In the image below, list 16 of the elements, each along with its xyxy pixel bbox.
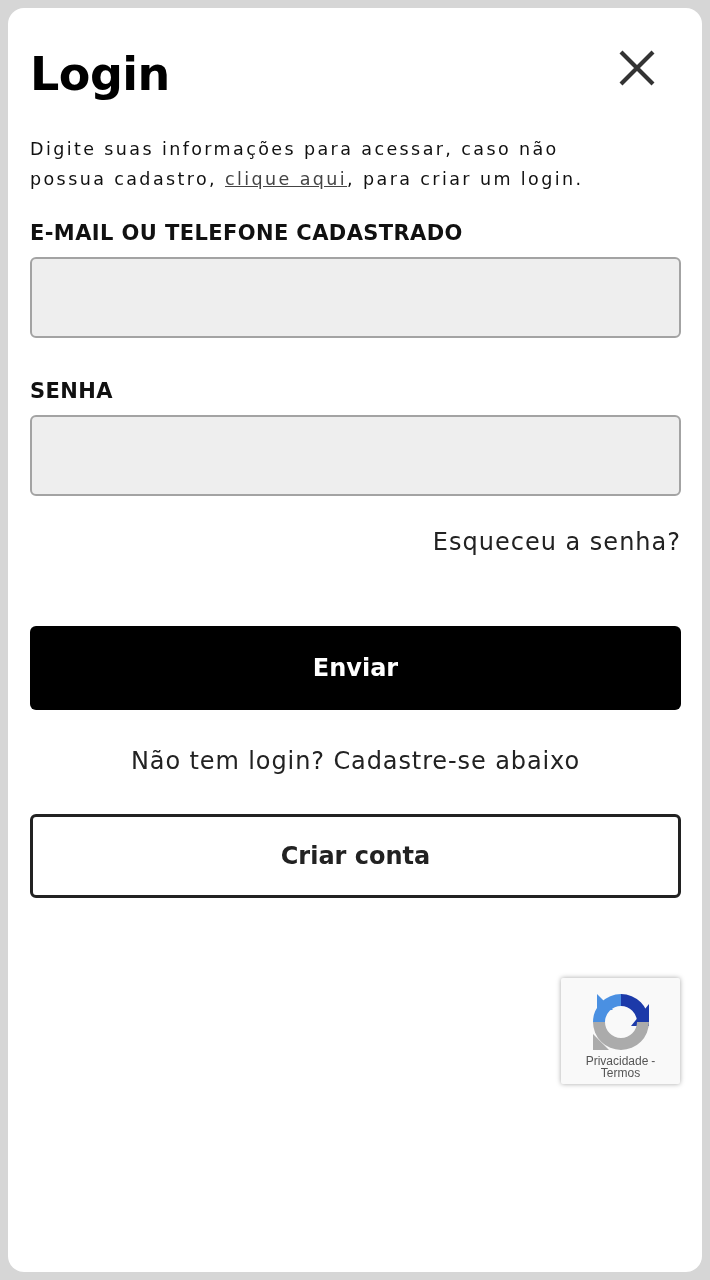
field-label: E-MAIL OU TELEFONE CADASTRADO bbox=[30, 220, 463, 247]
privacy-link[interactable]: Privacidade bbox=[585, 1055, 649, 1067]
terms-link[interactable]: Termos bbox=[600, 1067, 641, 1079]
input-field[interactable] bbox=[30, 415, 681, 496]
close-button[interactable] bbox=[619, 50, 655, 86]
link-separator: - bbox=[651, 1055, 656, 1067]
create-account-button[interactable]: Criar conta bbox=[30, 814, 681, 898]
forgot-password-link[interactable]: Esqueceu a senha? bbox=[432, 527, 681, 557]
signup-prompt: Não tem login? Cadastre-se abaixo bbox=[130, 746, 581, 776]
intro-text: Digite suas informações para acessar, caso não possua cadastro, clique aqui, para criar um login. bbox=[30, 138, 585, 191]
field-label: SENHA bbox=[30, 378, 113, 405]
signup-link[interactable]: clique aqui bbox=[225, 169, 348, 189]
dialog-title: Login bbox=[30, 46, 170, 102]
input-field[interactable] bbox=[30, 257, 681, 338]
submit-button[interactable]: Enviar bbox=[30, 626, 681, 710]
close-icon bbox=[619, 50, 655, 86]
